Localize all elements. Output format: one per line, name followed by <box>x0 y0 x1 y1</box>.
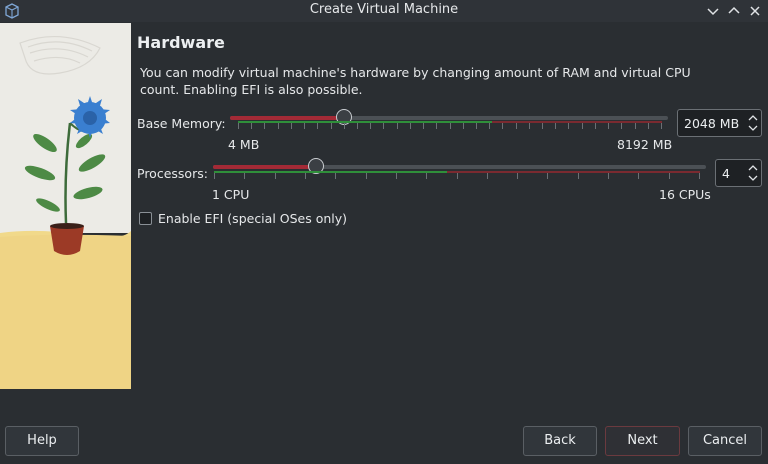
scale-tick <box>595 123 596 129</box>
scale-tick <box>542 123 543 129</box>
scale-tick <box>304 123 305 129</box>
processors-min-label: 1 CPU <box>212 187 250 202</box>
slider-fill <box>230 116 344 120</box>
scale-tick <box>516 123 517 129</box>
chevron-down-icon <box>704 2 722 20</box>
scale-tick <box>635 123 636 129</box>
scale-tick <box>463 123 464 129</box>
scale-tick <box>621 123 622 129</box>
scale-tick <box>476 123 477 129</box>
scale-tick <box>555 123 556 129</box>
chevron-up-icon <box>725 2 743 20</box>
memory-value: 2048 MB <box>684 116 740 131</box>
scale-recommended <box>214 171 447 173</box>
scale-tick <box>278 123 279 129</box>
scale-tick <box>608 123 609 129</box>
window-title: Create Virtual Machine <box>309 2 459 17</box>
spin-up-icon[interactable] <box>747 112 759 123</box>
spin-arrows[interactable] <box>747 162 759 184</box>
scale-tick <box>582 123 583 129</box>
scale-tick <box>669 173 670 179</box>
scale-tick <box>489 123 490 129</box>
scale-tick <box>517 173 518 179</box>
scale-tick <box>547 173 548 179</box>
enable-efi-checkbox[interactable] <box>139 212 152 225</box>
maximize-button[interactable] <box>725 2 743 20</box>
scale-tick <box>450 123 451 129</box>
scale-tick <box>457 173 458 179</box>
spin-down-icon[interactable] <box>747 123 759 134</box>
scale-tick <box>335 173 336 179</box>
scale-tick <box>344 123 345 129</box>
wizard-illustration <box>0 23 131 389</box>
scale-tick <box>608 173 609 179</box>
scale-tick <box>423 123 424 129</box>
base-memory-label: Base Memory: <box>137 116 226 131</box>
scale-tick <box>487 173 488 179</box>
scale-tick <box>317 123 318 129</box>
scale-tick <box>244 173 245 179</box>
scale-tick <box>397 123 398 129</box>
processors-label: Processors: <box>137 166 208 181</box>
close-button[interactable] <box>746 2 764 20</box>
scale-tick <box>238 123 239 129</box>
scale-tick <box>502 123 503 129</box>
scale-recommended <box>238 121 492 123</box>
wizard-page: Hardware You can modify virtual machine'… <box>0 22 768 464</box>
scale-not-recommended <box>492 121 662 123</box>
scale-tick <box>529 123 530 129</box>
scale-tick <box>638 173 639 179</box>
processors-max-label: 16 CPUs <box>659 187 711 202</box>
scale-not-recommended <box>447 171 700 173</box>
scale-tick <box>251 123 252 129</box>
scale-tick <box>331 123 332 129</box>
scale-tick <box>648 123 649 129</box>
spin-arrows[interactable] <box>747 112 759 134</box>
close-icon <box>746 2 764 20</box>
scale-tick <box>275 173 276 179</box>
scale-tick <box>370 123 371 129</box>
processors-scale <box>214 171 700 179</box>
enable-efi-label[interactable]: Enable EFI (special OSes only) <box>158 211 347 226</box>
memory-scale <box>238 121 662 129</box>
memory-max-label: 8192 MB <box>617 137 673 152</box>
scale-tick <box>578 173 579 179</box>
spin-up-icon[interactable] <box>747 162 759 173</box>
scale-tick <box>291 123 292 129</box>
scale-tick <box>699 173 700 179</box>
processors-spinbox[interactable]: 4 <box>715 159 762 187</box>
section-description: You can modify virtual machine's hardwar… <box>140 65 691 97</box>
minimize-button[interactable] <box>704 2 722 20</box>
section-title: Hardware <box>137 33 225 52</box>
scale-tick <box>661 123 662 129</box>
back-button[interactable]: Back <box>523 426 597 456</box>
processors-value: 4 <box>722 166 730 181</box>
scale-tick <box>426 173 427 179</box>
cancel-button[interactable]: Cancel <box>688 426 762 456</box>
scale-tick <box>357 123 358 129</box>
slider-fill <box>213 165 316 169</box>
scale-tick <box>214 173 215 179</box>
scale-tick <box>366 173 367 179</box>
memory-min-label: 4 MB <box>228 137 260 152</box>
scale-tick <box>305 173 306 179</box>
scale-tick <box>410 123 411 129</box>
scale-tick <box>383 123 384 129</box>
title-bar: Create Virtual Machine <box>0 0 768 23</box>
scale-tick <box>568 123 569 129</box>
scale-tick <box>436 123 437 129</box>
scale-tick <box>264 123 265 129</box>
scale-tick <box>396 173 397 179</box>
spin-down-icon[interactable] <box>747 173 759 184</box>
next-button[interactable]: Next <box>605 426 680 456</box>
base-memory-spinbox[interactable]: 2048 MB <box>677 109 762 137</box>
help-button[interactable]: Help <box>5 426 79 456</box>
